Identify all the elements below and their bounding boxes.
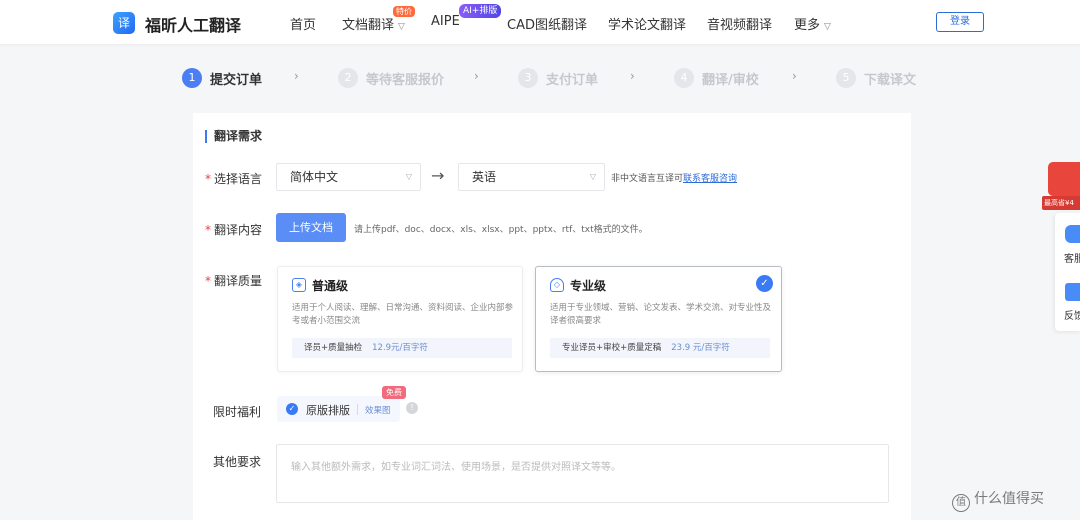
login-button[interactable]: 登录 [936, 12, 984, 32]
quality-option-standard[interactable]: ◈ 普通级 适用于个人阅读、理解、日常沟通、资料阅读、企业内部参考或者小范围交流… [277, 266, 523, 372]
upload-hint: 请上传pdf、doc、docx、xls、xlsx、ppt、pptx、rtf、tx… [354, 225, 648, 235]
quality-option-professional[interactable]: ◇ 专业级 ✓ 适用于专业领域、营销、论文发表、学术交流、对专业性及译者很高要求… [535, 266, 782, 372]
content-label: 翻译内容 [214, 223, 263, 237]
sale-badge: 特价 [393, 6, 415, 17]
quality-option-description: 适用于专业领域、营销、论文发表、学术交流、对专业性及译者很高要求 [550, 303, 772, 326]
required-mark: * [205, 172, 211, 186]
quality-option-title: 专业级 [570, 279, 607, 293]
nav-home[interactable]: 首页 [290, 14, 316, 33]
content-row-label: * 翻译内容 [205, 221, 262, 238]
nav-more-label: 更多 [794, 18, 821, 33]
shield-icon: ◈ [292, 278, 306, 292]
target-language-select[interactable]: 英语 ▽ [458, 163, 605, 191]
source-language-value: 简体中文 [290, 170, 339, 184]
step-number: 5 [836, 68, 856, 88]
quality-option-description: 适用于个人阅读、理解、日常沟通、资料阅读、企业内部参考或者小范围交流 [292, 303, 514, 326]
language-note-text: 非中文语言互译可 [611, 174, 684, 184]
brand-name[interactable]: 福昕人工翻译 [145, 12, 241, 36]
nav-more[interactable]: 更多 ▽ [794, 14, 831, 33]
price-label: 专业译员+审校+质量定稿 [562, 343, 662, 353]
step-number: 1 [182, 68, 202, 88]
other-requirements-input[interactable]: 输入其他额外需求，如专业词汇词法、使用场景，是否提供对照译文等等。 [276, 444, 889, 503]
check-circle-icon: ✓ [286, 403, 298, 415]
nav-document-translation-label: 文档翻译 [342, 18, 395, 33]
upload-document-button[interactable]: 上传文档 [276, 213, 346, 242]
divider [357, 404, 358, 415]
original-layout-label: 原版排版 [306, 404, 350, 417]
step-pay-order: 3 支付订单 [518, 67, 598, 89]
price-value: 12.9元/百字符 [372, 343, 428, 353]
chevron-down-icon: ▽ [398, 22, 405, 32]
promo-widget[interactable]: 最高省¥4 [1042, 162, 1080, 212]
step-number: 4 [674, 68, 694, 88]
other-requirements-label: 其他要求 [213, 455, 262, 469]
price-label: 译员+质量抽检 [304, 343, 363, 353]
arrow-right-icon: → [431, 166, 445, 185]
chevron-right-icon: › [630, 69, 635, 83]
promo-text: 最高省¥4 [1042, 196, 1080, 210]
quality-label: 翻译质量 [214, 274, 263, 288]
step-wait-quote: 2 等待客服报价 [338, 67, 444, 89]
language-label: 选择语言 [214, 172, 263, 186]
step-label: 下载译文 [864, 72, 917, 88]
source-language-select[interactable]: 简体中文 ▽ [276, 163, 421, 191]
feedback-label[interactable]: 反馈 [1064, 307, 1080, 322]
step-label: 等待客服报价 [366, 72, 445, 88]
side-panel: 客服 反馈 [1055, 213, 1080, 331]
step-number: 3 [518, 68, 538, 88]
contact-service-link[interactable]: 联系客服咨询 [683, 174, 737, 184]
info-icon[interactable]: ! [406, 402, 418, 414]
step-translate-review: 4 翻译/审校 [674, 67, 759, 89]
chevron-down-icon: ▽ [589, 172, 596, 181]
watermark: 值什么值得买 [952, 488, 1044, 512]
step-number: 2 [338, 68, 358, 88]
feedback-icon[interactable] [1065, 283, 1080, 301]
watermark-logo-icon: 值 [952, 494, 970, 512]
quality-option-title: 普通级 [312, 279, 349, 293]
free-badge: 免费 [382, 386, 406, 399]
benefit-label: 限时福利 [213, 405, 262, 419]
customer-service-label[interactable]: 客服 [1064, 250, 1080, 265]
selected-check-icon: ✓ [756, 275, 773, 292]
ai-layout-badge: AI+排版 [459, 4, 502, 18]
quality-row-label: * 翻译质量 [205, 272, 262, 289]
logo-icon[interactable]: 译 [113, 12, 135, 34]
language-note: 非中文语言互译可联系客服咨询 [611, 171, 737, 184]
required-mark: * [205, 274, 211, 288]
nav-academic-translation[interactable]: 学术论文翻译 [608, 14, 686, 33]
customer-service-icon[interactable] [1065, 225, 1080, 243]
preview-link[interactable]: 效果图 [365, 404, 391, 416]
section-title: 翻译需求 [205, 130, 262, 143]
chevron-right-icon: › [294, 69, 299, 83]
step-label: 提交订单 [210, 72, 263, 88]
step-submit-order: 1 提交订单 [182, 67, 262, 89]
diamond-icon: ◇ [550, 278, 564, 292]
required-mark: * [205, 223, 211, 237]
quality-option-price-bar: 译员+质量抽检 12.9元/百字符 [292, 338, 512, 358]
step-download: 5 下载译文 [836, 67, 916, 89]
top-header: 译 福昕人工翻译 首页 文档翻译 ▽ 特价 AIPE AI+排版 CAD图纸翻译 … [0, 0, 1080, 44]
original-layout-option[interactable]: ✓ 原版排版 效果图 [277, 396, 400, 422]
language-row-label: * 选择语言 [205, 170, 262, 187]
step-label: 翻译/审校 [702, 72, 759, 88]
quality-option-price-bar: 专业译员+审校+质量定稿 23.9 元/百字符 [550, 338, 770, 358]
price-value: 23.9 元/百字符 [671, 343, 730, 353]
step-label: 支付订单 [546, 72, 599, 88]
chevron-down-icon: ▽ [824, 22, 831, 32]
nav-cad-translation[interactable]: CAD图纸翻译 [507, 14, 587, 33]
chevron-right-icon: › [792, 69, 797, 83]
target-language-value: 英语 [472, 170, 497, 184]
nav-av-translation[interactable]: 音视频翻译 [707, 14, 772, 33]
watermark-text: 什么值得买 [974, 491, 1044, 507]
chevron-right-icon: › [474, 69, 479, 83]
chevron-down-icon: ▽ [405, 172, 412, 181]
gift-icon [1048, 162, 1080, 196]
nav-aipe[interactable]: AIPE [431, 14, 460, 29]
